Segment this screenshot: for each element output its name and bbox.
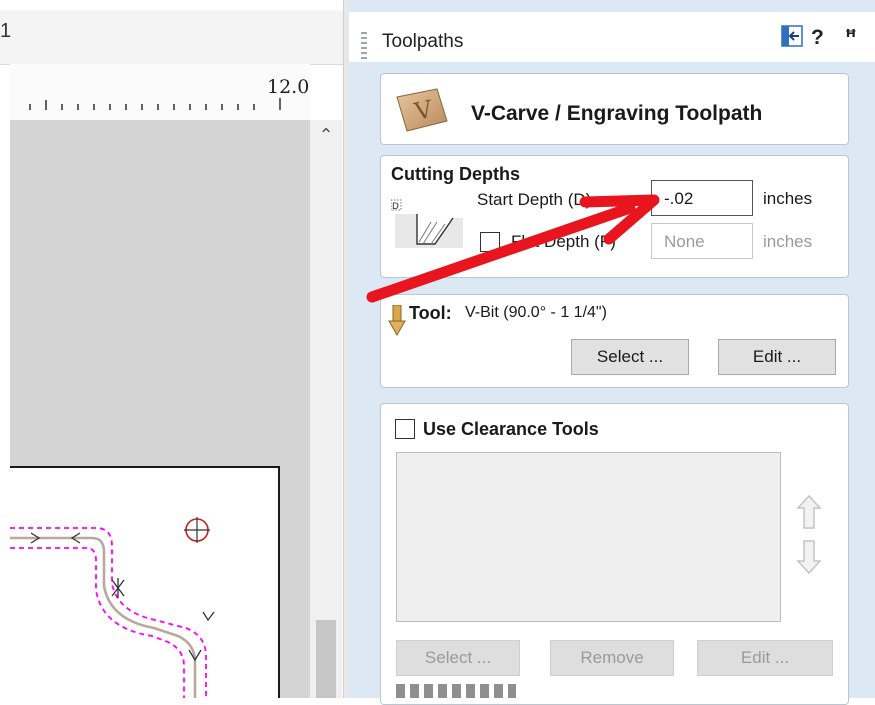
panel-title: Toolpaths [382, 31, 464, 52]
tool-bit-icon [388, 305, 406, 337]
clearance-edit-button[interactable]: Edit ... [697, 640, 833, 676]
flat-depth-label: Flat Depth (F) [511, 232, 616, 251]
tool-select-button[interactable]: Select ... [571, 339, 689, 375]
vector-preview [10, 517, 215, 698]
drawing-canvas[interactable]: 1 12.0 ⌃ [0, 0, 343, 698]
vertical-scrollbar[interactable]: ⌃ [310, 120, 342, 698]
cutting-depths-title: Cutting Depths [391, 164, 520, 184]
truncated-row [396, 684, 596, 698]
flat-depth-unit: inches [763, 232, 813, 251]
tool-card: Tool: V-Bit (90.0° - 1 1/4") Select ... … [380, 294, 849, 388]
scroll-up-icon[interactable]: ⌃ [318, 124, 334, 146]
help-icon[interactable]: ? [811, 26, 824, 50]
clearance-tools-list[interactable] [396, 452, 781, 622]
clearance-select-button[interactable]: Select ... [396, 640, 520, 676]
panel-header: Toolpaths ? ꟸ [349, 12, 875, 62]
flat-depth-input[interactable]: None [651, 223, 753, 259]
start-depth-label: Start Depth (D) [477, 190, 592, 209]
tool-label: Tool: [409, 303, 452, 323]
clearance-tools-label: Use Clearance Tools [423, 419, 599, 439]
toolpaths-panel: Toolpaths ? ꟸ V V-Carve / Engraving Tool… [349, 0, 875, 705]
clearance-tools-checkbox[interactable] [395, 419, 415, 439]
vcarve-icon: V [396, 88, 448, 132]
start-depth-input[interactable]: -.02 [651, 180, 753, 216]
flat-depth-checkbox[interactable] [480, 232, 500, 252]
start-depth-unit: inches [763, 189, 813, 208]
toolpath-type-card: V V-Carve / Engraving Toolpath [380, 73, 849, 145]
tool-edit-button[interactable]: Edit ... [718, 339, 836, 375]
clearance-remove-button[interactable]: Remove [550, 640, 674, 676]
toolpath-title: V-Carve / Engraving Toolpath [471, 102, 763, 125]
depth-profile-icon: D [391, 199, 463, 248]
cutting-depths-card: Cutting Depths D Start Depth (D) -.02 in… [380, 155, 849, 278]
move-up-icon[interactable] [796, 492, 822, 532]
truncated-row-text [396, 684, 516, 698]
panel-layout-icon[interactable] [781, 25, 803, 47]
datum-crosshair-icon [184, 517, 210, 543]
move-down-icon[interactable] [796, 537, 822, 577]
pin-icon[interactable]: ꟸ [845, 26, 857, 49]
drag-grip-icon[interactable] [361, 32, 367, 62]
svg-text:D: D [392, 202, 399, 212]
scroll-thumb[interactable] [316, 620, 336, 698]
tool-value: V-Bit (90.0° - 1 1/4") [465, 304, 607, 321]
